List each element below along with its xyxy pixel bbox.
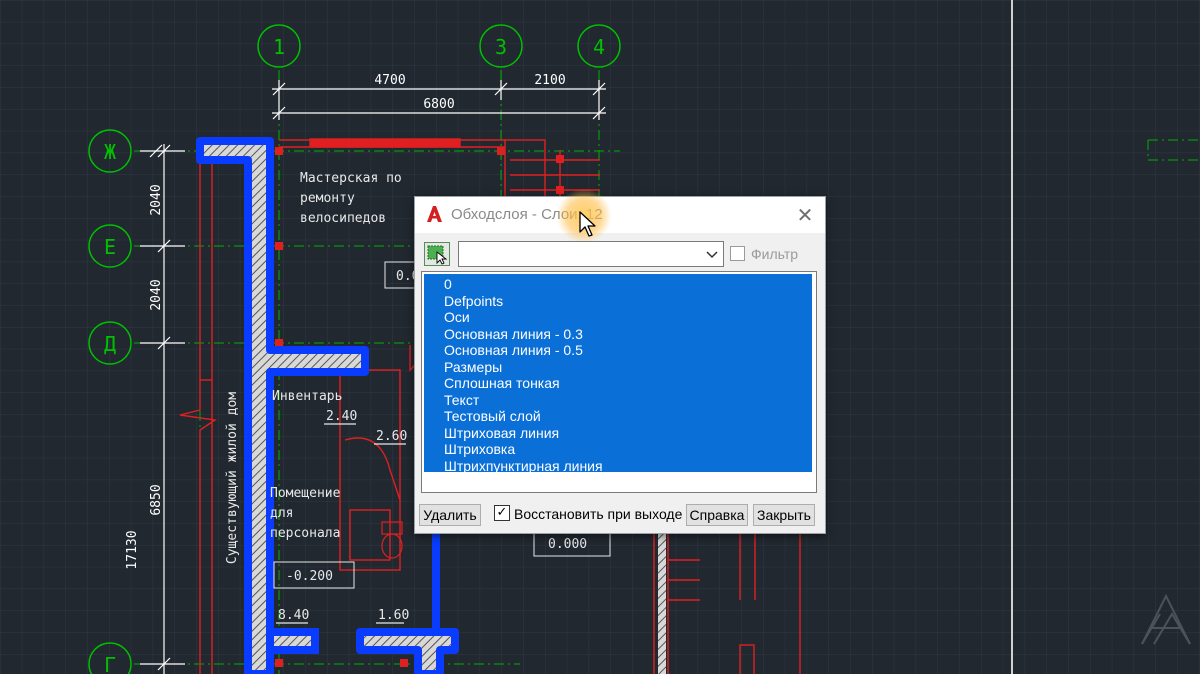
- room-staff-line2: для: [270, 506, 293, 521]
- room-workshop-line1: Мастерская по: [300, 171, 402, 186]
- dim-4700: 4700: [374, 73, 405, 88]
- svg-text:Е: Е: [104, 235, 116, 259]
- chevron-down-icon[interactable]: [705, 245, 719, 263]
- room-workshop-line3: велосипедов: [300, 211, 386, 226]
- close-button[interactable]: Закрыть: [753, 504, 815, 526]
- room-existing-house: Существующий жилой дом: [225, 392, 240, 564]
- layer-item[interactable]: Штрихпунктирная линия: [444, 458, 603, 474]
- layer-filter-combo[interactable]: [458, 241, 724, 267]
- layer-selection-highlight: 0 Defpoints Оси Основная линия - 0.3 Осн…: [424, 274, 812, 474]
- help-button[interactable]: Справка: [686, 504, 748, 526]
- area-160: 1.60: [378, 608, 409, 623]
- svg-text:Д: Д: [104, 332, 116, 356]
- dim-6800: 6800: [423, 97, 454, 112]
- restore-on-exit-checkbox[interactable]: ✓: [494, 505, 510, 521]
- level-000: 0.000: [548, 537, 587, 552]
- svg-text:4: 4: [593, 35, 605, 59]
- layer-item[interactable]: Основная линия - 0.3: [444, 326, 583, 342]
- svg-text:1: 1: [273, 35, 285, 59]
- area-840: 8.40: [278, 608, 309, 623]
- layer-item[interactable]: Штриховка: [444, 441, 515, 457]
- room-staff-line1: Помещение: [270, 486, 341, 501]
- watermark-logo-icon: [1136, 590, 1196, 650]
- layer-item[interactable]: Defpoints: [444, 293, 503, 309]
- dim-6850: 6850: [149, 484, 164, 515]
- svg-text:Г: Г: [104, 653, 116, 674]
- layer-item[interactable]: Оси: [444, 309, 470, 325]
- layer-item[interactable]: 0: [444, 276, 452, 292]
- dim-2040-top: 2040: [149, 184, 164, 215]
- restore-on-exit-label: Восстановить при выходе: [514, 506, 683, 522]
- filter-label: Фильтр: [751, 246, 799, 262]
- layer-item[interactable]: Штриховая линия: [444, 425, 559, 441]
- layer-list[interactable]: 0 Defpoints Оси Основная линия - 0.3 Осн…: [421, 271, 817, 493]
- layer-item[interactable]: Сплошная тонкая: [444, 375, 560, 391]
- layer-item[interactable]: Текст: [444, 392, 479, 408]
- dim-2040-bottom: 2040: [149, 279, 164, 310]
- mouse-pointer-icon: [579, 211, 599, 239]
- dim-2100: 2100: [534, 73, 565, 88]
- room-workshop-line2: ремонту: [300, 191, 355, 206]
- select-objects-icon[interactable]: [424, 242, 450, 266]
- area-260: 2.60: [376, 429, 407, 444]
- level-staff: -0.200: [286, 569, 333, 584]
- layer-item[interactable]: Размеры: [444, 359, 502, 375]
- layer-item[interactable]: Тестовый слой: [444, 408, 541, 424]
- dim-17130: 17130: [125, 530, 140, 569]
- room-inventory: Инвентарь: [272, 389, 342, 404]
- filter-checkbox[interactable]: [730, 246, 745, 261]
- area-inventory: 2.40: [326, 409, 357, 424]
- delete-button[interactable]: Удалить: [419, 504, 481, 526]
- svg-text:Ж: Ж: [104, 140, 116, 164]
- layer-item[interactable]: Основная линия - 0.5: [444, 342, 583, 358]
- autocad-icon: [425, 205, 443, 223]
- room-staff-line3: персонала: [270, 526, 340, 541]
- wall-hatch: [658, 530, 666, 674]
- dialog-titlebar[interactable]: Обходслоя - Слои: 12 ✕: [415, 189, 825, 243]
- svg-text:3: 3: [495, 35, 507, 59]
- layer-walk-dialog: Обходслоя - Слои: 12 ✕ Фильтр 0 Defpoint…: [414, 189, 826, 534]
- close-icon[interactable]: ✕: [791, 201, 819, 229]
